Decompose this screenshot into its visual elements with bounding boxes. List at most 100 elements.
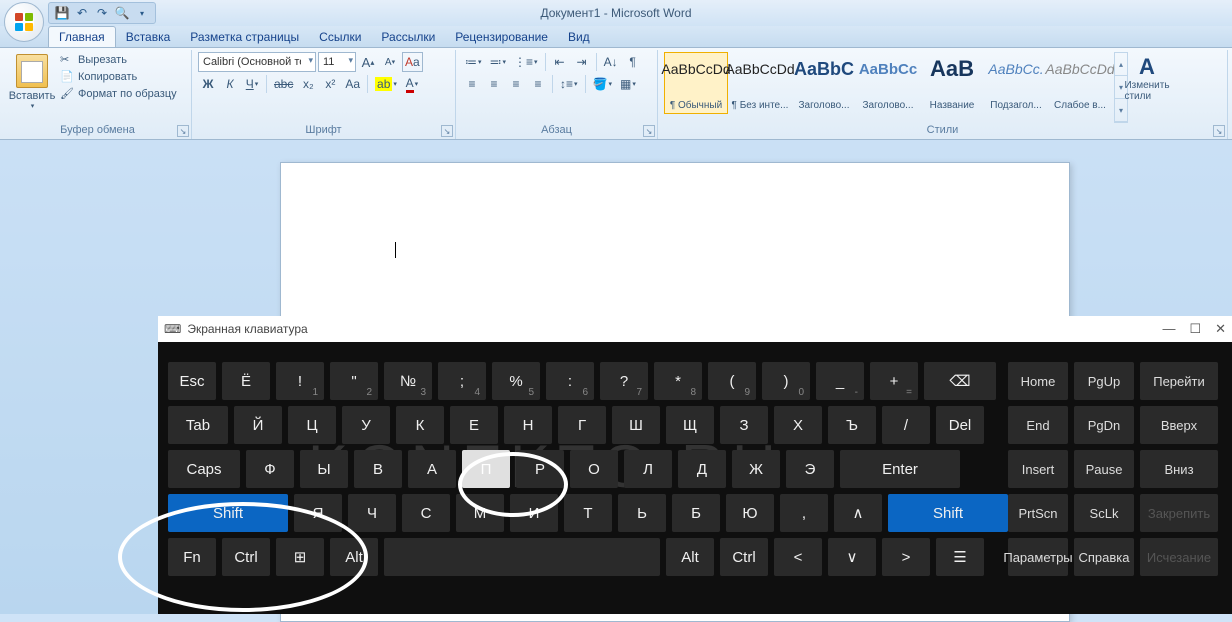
key-№[interactable]: №3 bbox=[384, 362, 432, 400]
nav-key-Вниз[interactable]: Вниз bbox=[1140, 450, 1218, 488]
key-"[interactable]: "2 bbox=[330, 362, 378, 400]
key-Ь[interactable]: Ь bbox=[618, 494, 666, 532]
style-item-0[interactable]: AaBbCcDd¶ Обычный bbox=[664, 52, 728, 114]
change-case-button[interactable]: Aa bbox=[342, 74, 363, 94]
key-Caps[interactable]: Caps bbox=[168, 450, 240, 488]
tab-view[interactable]: Вид bbox=[558, 27, 600, 47]
key-Е[interactable]: Е bbox=[450, 406, 498, 444]
key-☰[interactable]: ☰ bbox=[936, 538, 984, 576]
key-Й[interactable]: Й bbox=[234, 406, 282, 444]
key-Ъ[interactable]: Ъ bbox=[828, 406, 876, 444]
nav-key-Pause[interactable]: Pause bbox=[1074, 450, 1134, 488]
key-Г[interactable]: Г bbox=[558, 406, 606, 444]
key-О[interactable]: О bbox=[570, 450, 618, 488]
multilevel-button[interactable]: ⋮≡▾ bbox=[511, 52, 541, 72]
key-Ц[interactable]: Ц bbox=[288, 406, 336, 444]
redo-icon[interactable]: ↷ bbox=[93, 4, 111, 22]
nav-key-PrtScn[interactable]: PrtScn bbox=[1008, 494, 1068, 532]
key-∧[interactable]: ∧ bbox=[834, 494, 882, 532]
key-Alt[interactable]: Alt bbox=[330, 538, 378, 576]
key-Ч[interactable]: Ч bbox=[348, 494, 396, 532]
key->[interactable]: > bbox=[882, 538, 930, 576]
paragraph-dialog-launcher[interactable]: ↘ bbox=[643, 125, 655, 137]
key-*[interactable]: *8 bbox=[654, 362, 702, 400]
nav-key-PgDn[interactable]: PgDn bbox=[1074, 406, 1134, 444]
clear-formatting-button[interactable]: Aa bbox=[402, 52, 423, 72]
tab-review[interactable]: Рецензирование bbox=[445, 27, 558, 47]
key-Enter[interactable]: Enter bbox=[840, 450, 960, 488]
key-_[interactable]: _- bbox=[816, 362, 864, 400]
key-Ctrl[interactable]: Ctrl bbox=[222, 538, 270, 576]
key-Ж[interactable]: Ж bbox=[732, 450, 780, 488]
decrease-indent-button[interactable]: ⇤ bbox=[550, 52, 570, 72]
print-preview-icon[interactable]: 🔍 bbox=[113, 4, 131, 22]
key-;[interactable]: ;4 bbox=[438, 362, 486, 400]
key-+[interactable]: += bbox=[870, 362, 918, 400]
tab-insert[interactable]: Вставка bbox=[116, 27, 181, 47]
key-![interactable]: !1 bbox=[276, 362, 324, 400]
increase-indent-button[interactable]: ⇥ bbox=[572, 52, 592, 72]
show-marks-button[interactable]: ¶ bbox=[623, 52, 643, 72]
key-М[interactable]: М bbox=[456, 494, 504, 532]
key-<[interactable]: < bbox=[774, 538, 822, 576]
key-Т[interactable]: Т bbox=[564, 494, 612, 532]
key-:[interactable]: :6 bbox=[546, 362, 594, 400]
key-)[interactable]: )0 bbox=[762, 362, 810, 400]
font-family-select[interactable] bbox=[198, 52, 316, 72]
office-button[interactable] bbox=[4, 2, 44, 42]
key-Ф[interactable]: Ф bbox=[246, 450, 294, 488]
nav-key-Исчезание[interactable]: Исчезание bbox=[1140, 538, 1218, 576]
key-Ш[interactable]: Ш bbox=[612, 406, 660, 444]
style-item-5[interactable]: AaBbCc.Подзагол... bbox=[984, 52, 1048, 114]
style-item-2[interactable]: AaBbCЗаголово... bbox=[792, 52, 856, 114]
key-Alt[interactable]: Alt bbox=[666, 538, 714, 576]
undo-icon[interactable]: ↶ bbox=[73, 4, 91, 22]
key-П[interactable]: П bbox=[462, 450, 510, 488]
qat-more-icon[interactable]: ▾ bbox=[133, 4, 151, 22]
italic-button[interactable]: К bbox=[220, 74, 240, 94]
shading-button[interactable]: 🪣▾ bbox=[590, 74, 615, 94]
nav-key-End[interactable]: End bbox=[1008, 406, 1068, 444]
nav-key-Вверх[interactable]: Вверх bbox=[1140, 406, 1218, 444]
key-∨[interactable]: ∨ bbox=[828, 538, 876, 576]
key-Fn[interactable]: Fn bbox=[168, 538, 216, 576]
underline-button[interactable]: Ч▾ bbox=[242, 74, 262, 94]
key-Б[interactable]: Б bbox=[672, 494, 720, 532]
key-/[interactable]: / bbox=[882, 406, 930, 444]
style-item-1[interactable]: AaBbCcDd¶ Без инте... bbox=[728, 52, 792, 114]
nav-key-Home[interactable]: Home bbox=[1008, 362, 1068, 400]
key-?[interactable]: ?7 bbox=[600, 362, 648, 400]
strikethrough-button[interactable]: abc bbox=[271, 74, 296, 94]
key-З[interactable]: З bbox=[720, 406, 768, 444]
key-Х[interactable]: Х bbox=[774, 406, 822, 444]
osk-title-bar[interactable]: ⌨ Экранная клавиатура — ☐ ✕ bbox=[158, 316, 1232, 342]
tab-mailings[interactable]: Рассылки bbox=[371, 27, 445, 47]
bold-button[interactable]: Ж bbox=[198, 74, 218, 94]
tab-home[interactable]: Главная bbox=[48, 26, 116, 47]
key-Э[interactable]: Э bbox=[786, 450, 834, 488]
key-К[interactable]: К bbox=[396, 406, 444, 444]
nav-key-Закрепить[interactable]: Закрепить bbox=[1140, 494, 1218, 532]
tab-page-layout[interactable]: Разметка страницы bbox=[180, 27, 309, 47]
close-button[interactable]: ✕ bbox=[1215, 321, 1226, 337]
numbering-button[interactable]: ≕▾ bbox=[487, 52, 510, 72]
align-center-button[interactable]: ≡ bbox=[484, 74, 504, 94]
paste-button[interactable]: Вставить ▾ bbox=[10, 52, 54, 112]
align-left-button[interactable]: ≡ bbox=[462, 74, 482, 94]
highlight-button[interactable]: ab▾ bbox=[372, 74, 400, 94]
key-В[interactable]: В bbox=[354, 450, 402, 488]
key-Shift[interactable]: Shift bbox=[168, 494, 288, 532]
styles-dialog-launcher[interactable]: ↘ bbox=[1213, 125, 1225, 137]
copy-button[interactable]: 📄Копировать bbox=[58, 69, 179, 85]
format-painter-button[interactable]: 🖌Формат по образцу bbox=[58, 86, 179, 102]
borders-button[interactable]: ▦▾ bbox=[617, 74, 639, 94]
clipboard-dialog-launcher[interactable]: ↘ bbox=[177, 125, 189, 137]
key-,[interactable]: , bbox=[780, 494, 828, 532]
key-Я[interactable]: Я bbox=[294, 494, 342, 532]
style-item-4[interactable]: AaBНазвание bbox=[920, 52, 984, 114]
key-⊞[interactable]: ⊞ bbox=[276, 538, 324, 576]
tab-references[interactable]: Ссылки bbox=[309, 27, 371, 47]
key-Ё[interactable]: Ё bbox=[222, 362, 270, 400]
sort-button[interactable]: A↓ bbox=[601, 52, 621, 72]
style-item-3[interactable]: AaBbCcЗаголово... bbox=[856, 52, 920, 114]
